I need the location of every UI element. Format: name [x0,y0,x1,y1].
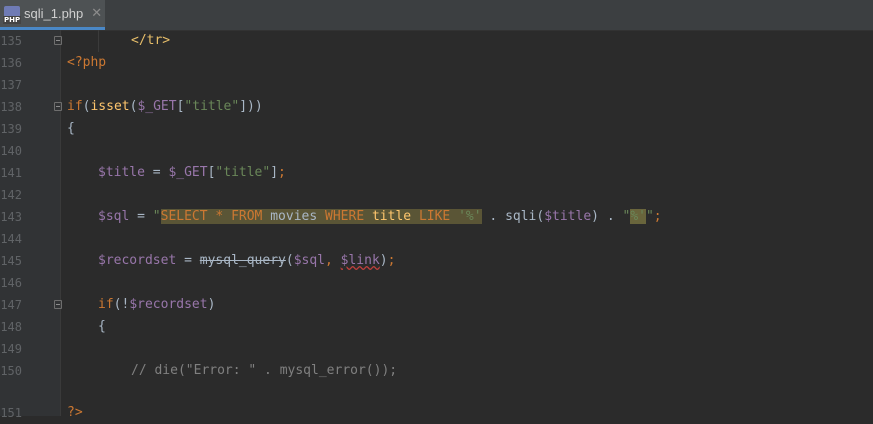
close-icon[interactable]: ✕ [91,6,102,21]
variable: $recordset [98,253,177,268]
paren: (! [113,297,130,312]
concat-operator: . [481,209,506,224]
semicolon: ; [278,165,286,180]
line-number: 142 [0,188,22,202]
html-tag: </tr> [131,33,171,48]
line-number: 135 [0,34,22,48]
code-line: 144 [0,228,873,250]
sql-keyword: WHERE [325,209,365,224]
variable-undefined: $link [340,253,380,268]
injected-sql: SELECT * FROM movies WHERE title LIKE '%… [160,209,482,224]
line-number: 143 [0,210,22,224]
variable: $title [544,209,592,224]
comma: , [325,253,341,268]
line-number: 151 [0,406,22,420]
code-line: 150 // die("Error: " . mysql_error()); [0,360,873,382]
line-number: 147 [0,298,22,312]
line-number: 149 [0,342,22,356]
line-number: 139 [0,122,22,136]
code-line: 140 [0,140,873,162]
code-line: 143 $sql = "SELECT * FROM movies WHERE t… [0,206,873,228]
php-close-tag: ?> [67,405,83,420]
superglobal-get: $_GET [137,99,177,114]
line-number: 140 [0,144,22,158]
code-line: 147 if(!$recordset) [0,294,873,316]
function-sqli: sqli [505,209,537,224]
sql-table: movies [262,209,326,224]
operator: = [176,253,200,268]
fold-icon[interactable] [54,300,62,309]
line-number: 146 [0,276,22,290]
line-number: 138 [0,100,22,114]
line-number: 137 [0,78,22,92]
code-line: 146 [0,272,873,294]
sql-star: * [207,209,232,224]
function-isset: isset [90,99,130,114]
superglobal-get: $_GET [168,165,208,180]
code-line: 142 [0,184,873,206]
editor-tab-bar: PHP sqli_1.php ✕ [0,0,873,31]
fold-icon[interactable] [54,36,62,45]
tab-sqli-php[interactable]: PHP sqli_1.php ✕ [0,0,105,30]
string-literal: "title" [215,165,271,180]
paren: ) [379,253,388,268]
code-line: 151 ?> [0,402,873,424]
keyword-if: if [98,297,114,312]
php-file-icon: PHP [3,5,22,24]
comment: // die("Error: " . mysql_error()); [131,363,398,378]
string-literal: "title" [184,99,240,114]
injected-sql-tail: %' [630,209,646,224]
sql-keyword: LIKE [418,209,451,224]
paren: ) [207,297,216,312]
php-badge: PHP [3,15,22,24]
operator: = [129,209,153,224]
tab-label: sqli_1.php [24,6,84,21]
variable: $title [98,165,145,180]
concat-operator: . [599,209,623,224]
code-line: 141 $title = $_GET["title"]; [0,162,873,184]
string-quote: " [645,209,654,224]
line-number: 150 [0,364,22,378]
code-editor[interactable]: 135 </tr> 136 <?php 137 138 if(isset($_G… [0,30,873,420]
code-line: 139 { [0,118,873,140]
brace: { [98,319,106,334]
bracket: ] [270,165,279,180]
paren: ) [591,209,599,224]
sql-string: '%' [458,209,482,224]
code-line: 148 { [0,316,873,338]
keyword-if: if [67,99,83,114]
line-number: 145 [0,254,22,268]
line-number: 141 [0,166,22,180]
code-line: 145 $recordset = mysql_query($sql, $link… [0,250,873,272]
code-line: 135 </tr> [0,30,873,52]
semicolon: ; [387,253,396,268]
bracket: ])) [239,99,263,114]
string-quote: " [152,209,161,224]
sql-keyword: SELECT [160,209,208,224]
paren: ( [285,253,294,268]
line-number: 148 [0,320,22,334]
code-line: 137 [0,74,873,96]
indent-guide [98,30,99,52]
code-line: 136 <?php [0,52,873,74]
variable: $sql [293,253,325,268]
variable: $sql [98,209,130,224]
code-line: 149 [0,338,873,360]
semicolon: ; [653,209,662,224]
php-open-tag: <?php [67,55,107,70]
deprecated-function: mysql_query [199,253,286,268]
line-number: 144 [0,232,22,246]
sql-keyword: FROM [231,209,263,224]
brace: { [67,121,75,136]
line-number: 136 [0,56,22,70]
fold-icon[interactable] [54,102,62,111]
variable: $recordset [129,297,208,312]
code-line: 138 if(isset($_GET["title"])) [0,96,873,118]
sql-column: title [371,209,412,224]
operator: = [144,165,169,180]
